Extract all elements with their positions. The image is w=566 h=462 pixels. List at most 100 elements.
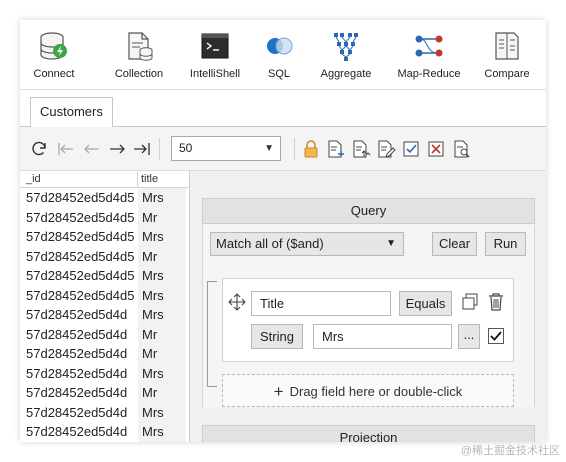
cell-id[interactable]: 57d28452ed5d4d5 [26, 227, 136, 247]
cell-title[interactable]: Mrs [138, 227, 186, 247]
page-size-select[interactable]: 50 ▼ [171, 136, 281, 161]
cell-title[interactable]: Mr [138, 207, 186, 227]
cell-title[interactable]: Mrs [138, 363, 186, 383]
copy-icon[interactable] [461, 293, 479, 311]
cell-title[interactable]: Mr [138, 246, 186, 266]
cell-title[interactable]: Mrs [138, 266, 186, 286]
match-mode-value: Match all of ($and) [216, 236, 324, 251]
field-name-input[interactable]: Title [251, 291, 391, 316]
column-header-id[interactable]: _id [26, 173, 41, 185]
shell-icon [201, 33, 229, 59]
validate-icon[interactable] [401, 139, 421, 159]
clone-document-icon[interactable] [351, 139, 371, 159]
cell-title[interactable]: Mr [138, 383, 186, 403]
query-builder-panel: Query Match all of ($and) ▼ Clear Run Ti… [190, 171, 546, 442]
cell-id[interactable]: 57d28452ed5d4d5 [26, 266, 136, 286]
toolbar-separator [159, 138, 160, 160]
cell-id[interactable]: 57d28452ed5d4d [26, 403, 136, 423]
refresh-icon[interactable] [29, 139, 49, 159]
condition-group-bracket [207, 281, 217, 387]
cell-id[interactable]: 57d28452ed5d4d5 [26, 188, 136, 208]
compare-label: Compare [484, 68, 530, 80]
table-row[interactable]: 57d28452ed5d4d Mr [20, 344, 189, 364]
cell-title[interactable]: Mrs [138, 422, 186, 442]
operator-button[interactable]: Equals [399, 291, 452, 316]
checkbox-checked-icon[interactable] [488, 328, 504, 344]
cell-id[interactable]: 57d28452ed5d4d5 [26, 208, 136, 228]
next-page-icon[interactable] [107, 139, 127, 159]
table-row[interactable]: 57d28452ed5d4d Mr [20, 383, 189, 403]
cell-title[interactable]: Mrs [138, 285, 186, 305]
column-divider [137, 171, 138, 188]
table-row[interactable]: 57d28452ed5d4d5 Mrs [20, 227, 189, 247]
tab-customers[interactable]: Customers [30, 97, 113, 128]
results-grid: _id title 57d28452ed5d4d5 Mrs 57d28452ed5d… [20, 171, 190, 442]
chevron-down-icon: ▼ [264, 143, 274, 154]
edit-document-icon[interactable] [376, 139, 396, 159]
add-document-icon[interactable] [326, 139, 346, 159]
cell-id[interactable]: 57d28452ed5d4d5 [26, 247, 136, 267]
connect-button[interactable]: Connect [29, 30, 79, 86]
cell-title[interactable]: Mr [138, 324, 186, 344]
cell-id[interactable]: 57d28452ed5d4d [26, 383, 136, 403]
run-button[interactable]: Run [485, 232, 526, 256]
ribbon-toolbar: Connect Collection IntelliShell SQL Aggr… [20, 20, 546, 90]
table-row[interactable]: 57d28452ed5d4d Mrs [20, 422, 189, 442]
sql-button[interactable]: SQL [260, 30, 298, 86]
drop-field-zone[interactable]: + Drag field here or double-click [222, 374, 514, 407]
projection-section-header[interactable]: Projection [202, 425, 535, 442]
aggregate-icon [334, 33, 358, 61]
table-row[interactable]: 57d28452ed5d4d5 Mr [20, 207, 189, 228]
collection-button[interactable]: Collection [111, 30, 167, 86]
toolbar-separator [294, 138, 295, 160]
match-mode-select[interactable]: Match all of ($and) ▼ [210, 232, 404, 256]
cell-title[interactable]: Mrs [138, 188, 186, 208]
cell-title[interactable]: Mrs [138, 305, 186, 325]
cell-id[interactable]: 57d28452ed5d4d [26, 422, 136, 442]
value-input[interactable]: Mrs [313, 324, 452, 349]
table-row[interactable]: 57d28452ed5d4d5 Mrs [20, 266, 189, 286]
compare-icon [495, 32, 519, 60]
move-handle-icon[interactable] [228, 293, 246, 311]
table-row[interactable]: 57d28452ed5d4d Mrs [20, 363, 189, 384]
view-document-icon[interactable] [452, 139, 472, 159]
table-row[interactable]: 57d28452ed5d4d5 Mrs [20, 188, 189, 208]
previous-page-icon[interactable] [82, 139, 102, 159]
value-type-button[interactable]: String [251, 324, 303, 349]
cell-id[interactable]: 57d28452ed5d4d [26, 344, 136, 364]
cell-id[interactable]: 57d28452ed5d4d [26, 305, 136, 325]
table-row[interactable]: 57d28452ed5d4d Mrs [20, 402, 189, 423]
map-reduce-icon [415, 35, 443, 57]
grid-header: _id title [20, 171, 189, 188]
clear-button[interactable]: Clear [432, 232, 477, 256]
tab-strip: Customers [20, 91, 546, 128]
value-options-button[interactable]: ... [458, 324, 480, 349]
table-row[interactable]: 57d28452ed5d4d Mrs [20, 305, 189, 325]
results-toolbar: 50 ▼ [20, 127, 546, 171]
lock-icon[interactable] [301, 139, 321, 159]
trash-icon[interactable] [487, 292, 505, 312]
last-page-icon[interactable] [132, 139, 152, 159]
page-size-value: 50 [179, 141, 193, 155]
cell-title[interactable]: Mr [138, 344, 186, 364]
cell-id[interactable]: 57d28452ed5d4d [26, 364, 136, 384]
cell-title[interactable]: Mrs [138, 402, 186, 422]
column-header-title[interactable]: title [141, 173, 158, 185]
intellishell-label: IntelliShell [189, 68, 241, 80]
table-row[interactable]: 57d28452ed5d4d Mr [20, 324, 189, 345]
table-row[interactable]: 57d28452ed5d4d5 Mr [20, 246, 189, 267]
query-section-header[interactable]: Query [202, 198, 535, 224]
sql-label: SQL [267, 68, 290, 80]
cell-id[interactable]: 57d28452ed5d4d [26, 325, 136, 345]
map-reduce-button[interactable]: Map-Reduce [395, 30, 463, 86]
delete-document-icon[interactable] [426, 139, 446, 159]
condition-card: Title Equals String Mrs ... [222, 278, 514, 362]
intellishell-button[interactable]: IntelliShell [188, 30, 242, 86]
cell-id[interactable]: 57d28452ed5d4d5 [26, 286, 136, 306]
aggregate-button[interactable]: Aggregate [317, 30, 375, 86]
plus-icon: + [273, 382, 284, 401]
first-page-icon[interactable] [56, 139, 76, 159]
database-connect-icon [40, 32, 67, 60]
compare-button[interactable]: Compare [480, 30, 534, 86]
table-row[interactable]: 57d28452ed5d4d5 Mrs [20, 285, 189, 306]
